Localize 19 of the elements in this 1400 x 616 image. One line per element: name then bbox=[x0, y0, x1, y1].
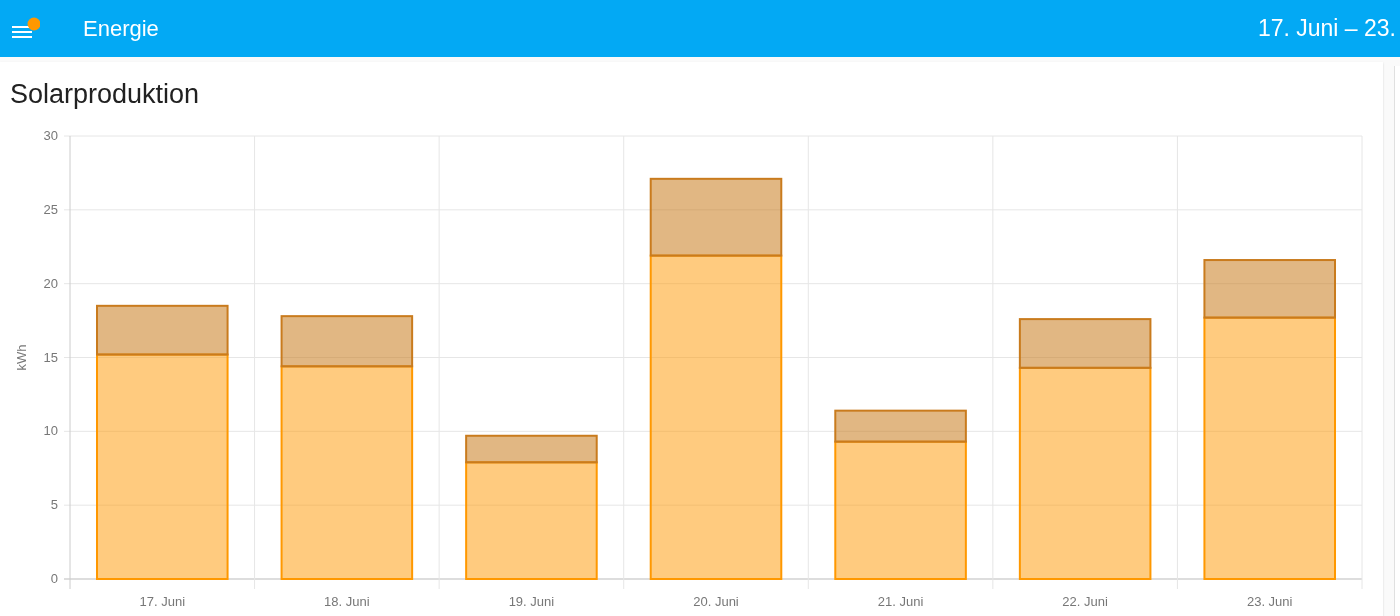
y-axis-label: kWh bbox=[14, 344, 29, 371]
y-tick-label: 15 bbox=[43, 349, 58, 365]
x-tick-label: 23. Juni bbox=[1246, 594, 1293, 609]
menu-icon[interactable] bbox=[10, 16, 40, 41]
x-tick-label: 17. Juni bbox=[139, 594, 186, 609]
y-tick-label: 10 bbox=[43, 423, 58, 439]
y-tick-label: 30 bbox=[43, 128, 58, 143]
x-tick-label: 22. Juni bbox=[1062, 594, 1108, 609]
date-range[interactable]: 17. Juni – 23. bbox=[1257, 15, 1396, 42]
y-tick-label: 0 bbox=[50, 571, 58, 586]
y-tick-label: 20 bbox=[43, 275, 58, 291]
x-tick-label: 21. Juni bbox=[877, 594, 924, 609]
page-title: Energie bbox=[83, 15, 159, 42]
y-tick-label: 25 bbox=[43, 201, 58, 217]
x-tick-label: 18. Juni bbox=[324, 594, 370, 609]
y-tick-label: 5 bbox=[50, 497, 58, 513]
x-tick-label: 19. Juni bbox=[508, 594, 555, 609]
x-tick-label: 20. Juni bbox=[693, 594, 739, 609]
card-title: Solarproduktion bbox=[9, 78, 201, 111]
